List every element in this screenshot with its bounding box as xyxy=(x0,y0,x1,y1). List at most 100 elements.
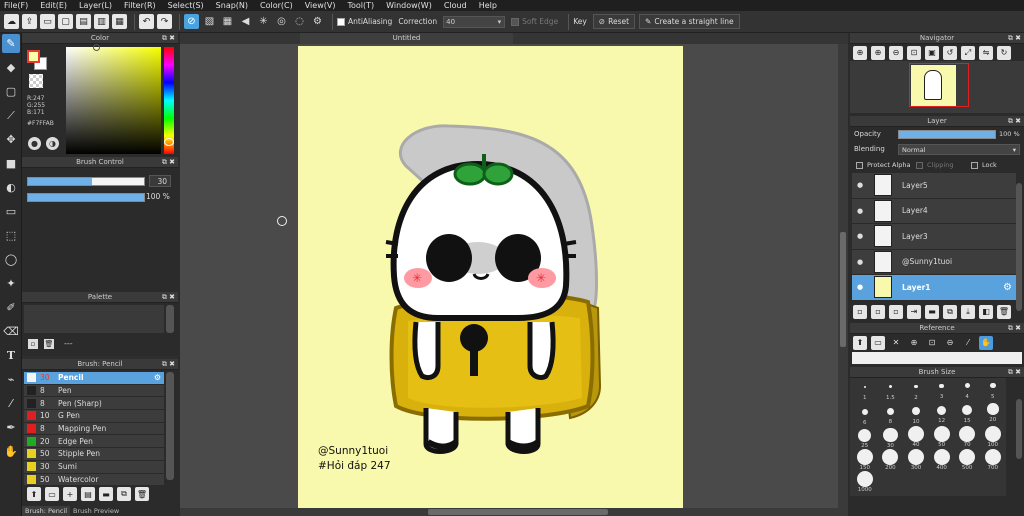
brush-size-preset[interactable]: 6 xyxy=(852,404,878,426)
navigator-preview[interactable] xyxy=(850,61,1024,113)
reference-hand-icon[interactable]: ✋ xyxy=(979,335,993,350)
rotate-right-icon[interactable]: ↻ xyxy=(997,45,1011,60)
tab-brush-pencil[interactable]: Brush: Pencil xyxy=(22,506,71,516)
pen-tool-icon[interactable]: ✒ xyxy=(2,418,20,437)
brush-size-preset[interactable]: 10 xyxy=(903,403,929,425)
brush-size-preset[interactable]: 4 xyxy=(954,378,980,400)
reference-upload-icon[interactable]: ⬆ xyxy=(853,335,867,350)
rotate-left-icon[interactable]: ↺ xyxy=(943,45,957,60)
layer-visibility-icon[interactable]: ● xyxy=(852,181,868,189)
hue-cursor[interactable] xyxy=(164,138,174,146)
wand-tool-icon[interactable]: ⟋ xyxy=(2,106,20,125)
clipping-checkbox[interactable] xyxy=(916,162,923,169)
panel-close-icon[interactable]: ⧉ ✖ xyxy=(162,292,175,303)
snap-curve-icon[interactable]: ◌ xyxy=(292,14,307,29)
panel-close-icon[interactable]: ⧉ ✖ xyxy=(162,359,175,370)
reference-zoom-out-icon[interactable]: ⊖ xyxy=(943,336,957,350)
layer-visibility-icon[interactable]: ● xyxy=(852,232,868,240)
menu-item-2[interactable]: Layer(L) xyxy=(79,1,112,10)
brush-size-preset[interactable]: 1 xyxy=(852,379,878,401)
layer-opacity-slider[interactable] xyxy=(898,130,996,139)
brush-size-preset[interactable]: 150 xyxy=(852,449,878,471)
move-tool-icon[interactable]: ✥ xyxy=(2,130,20,149)
menu-item-8[interactable]: Tool(T) xyxy=(347,1,374,10)
reference-area[interactable] xyxy=(852,351,1022,364)
straight-line-button[interactable]: ✎ Create a straight line xyxy=(639,14,740,29)
new-layer-icon[interactable]: ▫ xyxy=(853,304,867,319)
brush-size-preset[interactable]: 1.5 xyxy=(878,379,904,401)
layer-list-scrollbar[interactable] xyxy=(1016,183,1022,311)
color-wheel-icon[interactable]: ● xyxy=(28,137,41,150)
brush-settings-gear-icon[interactable]: ⚙ xyxy=(154,373,161,382)
brush-list-item[interactable]: 20 Edge Pen xyxy=(24,435,164,449)
canvas-area[interactable]: Untitled ✳ ✳ @Sunny1tuoi #Hỏi đáp 247 xyxy=(180,33,848,516)
brush-size-preset[interactable]: 200 xyxy=(878,449,904,471)
lasso-tool-icon[interactable]: ◯ xyxy=(2,250,20,269)
brush-list-item[interactable]: 8 Pen xyxy=(24,384,164,398)
redo-icon[interactable]: ↷ xyxy=(157,14,172,29)
brush-size-preset[interactable]: 100 xyxy=(980,425,1006,448)
new-layer-1bit-icon[interactable]: ▫ xyxy=(889,304,903,319)
reference-close-icon[interactable]: ✕ xyxy=(889,336,903,350)
panel-close-icon[interactable]: ⧉ ✖ xyxy=(1008,116,1021,127)
brush-tool-icon[interactable]: ✎ xyxy=(2,34,20,53)
menu-item-0[interactable]: File(F) xyxy=(4,1,28,10)
brush-size-preset[interactable]: 1000 xyxy=(852,471,878,493)
fill-shape-tool-icon[interactable]: ■ xyxy=(2,154,20,173)
tab-brush-preview[interactable]: Brush Preview xyxy=(70,506,122,516)
brush-list-scrollbar[interactable] xyxy=(166,372,174,480)
brush-size-preset[interactable]: 2 xyxy=(903,379,929,401)
chat-icon[interactable]: ▭ xyxy=(40,14,55,29)
menu-item-9[interactable]: Window(W) xyxy=(386,1,432,10)
brush-size-preset[interactable]: 500 xyxy=(954,449,980,471)
layer-visibility-icon[interactable]: ● xyxy=(852,207,868,215)
brush-opacity-slider[interactable] xyxy=(27,193,145,202)
vertical-scrollbar[interactable] xyxy=(838,44,848,516)
menu-item-11[interactable]: Help xyxy=(479,1,497,10)
snap-circle-icon[interactable]: ◎ xyxy=(274,14,289,29)
export-icon[interactable]: ⇪ xyxy=(22,14,37,29)
new-folder-icon[interactable]: ▬ xyxy=(99,487,113,501)
select-pen-tool-icon[interactable]: ✐ xyxy=(2,298,20,317)
brush-size-preset[interactable]: 8 xyxy=(878,403,904,425)
actual-size-icon[interactable]: ▣ xyxy=(925,45,939,60)
divide-tool-icon[interactable]: ⌁ xyxy=(2,370,20,389)
brush-size-preset[interactable]: 5 xyxy=(980,378,1006,400)
panel-close-icon[interactable]: ⧉ ✖ xyxy=(162,33,175,44)
reference-fit-icon[interactable]: ⊡ xyxy=(925,336,939,350)
protect-alpha-checkbox[interactable] xyxy=(856,162,863,169)
eyedropper-tool-icon[interactable]: ⁄ xyxy=(2,394,20,413)
upload-icon[interactable]: ⬆ xyxy=(27,487,41,501)
snap-grid-icon[interactable]: ▦ xyxy=(220,14,235,29)
lock-checkbox[interactable] xyxy=(971,162,978,169)
hand-tool-icon[interactable]: ✋ xyxy=(2,442,20,461)
select-eraser-tool-icon[interactable]: ⌫ xyxy=(2,322,20,341)
undo-icon[interactable]: ↶ xyxy=(139,14,154,29)
canvas-paper[interactable]: ✳ ✳ @Sunny1tuoi #Hỏi đáp 247 xyxy=(298,46,683,516)
transparent-swatch[interactable] xyxy=(29,74,43,88)
brush-list-item[interactable]: 10 G Pen xyxy=(24,410,164,423)
panel-close-icon[interactable]: ⧉ ✖ xyxy=(1008,367,1021,378)
palette-scrollbar[interactable] xyxy=(166,305,174,333)
layer-row[interactable]: ● Layer4 xyxy=(852,198,1016,224)
magic-wand-tool-icon[interactable]: ✦ xyxy=(2,274,20,293)
tiles-icon[interactable]: ▦ xyxy=(112,14,127,29)
layer-row[interactable]: ● Layer5 xyxy=(852,173,1016,199)
menu-item-1[interactable]: Edit(E) xyxy=(40,1,67,10)
cloud-icon[interactable]: ☁ xyxy=(4,14,19,29)
new-file-icon[interactable]: ▥ xyxy=(94,14,109,29)
new-layer-8bit-icon[interactable]: ▫ xyxy=(871,304,885,319)
brush-list-item[interactable]: 30 Pencil ⚙ xyxy=(24,372,164,385)
menu-item-4[interactable]: Select(S) xyxy=(168,1,204,10)
select-tool-icon[interactable]: ⬚ xyxy=(2,226,20,245)
layer-visibility-icon[interactable]: ● xyxy=(852,258,868,266)
flip-icon[interactable]: ⇋ xyxy=(979,45,993,60)
layer-merge-icon[interactable]: ⤓ xyxy=(961,304,975,319)
foreground-color-swatch[interactable] xyxy=(27,50,40,63)
menu-item-10[interactable]: Cloud xyxy=(444,1,467,10)
blending-select[interactable]: Normal ▾ xyxy=(898,144,1020,155)
brush-size-preset[interactable]: 3 xyxy=(929,378,955,400)
snap-vanish-icon[interactable]: ◀ xyxy=(238,14,253,29)
layer-mask-icon[interactable]: ◧ xyxy=(979,304,993,319)
layer-row[interactable]: ● Layer1 ⚙ xyxy=(852,275,1016,301)
